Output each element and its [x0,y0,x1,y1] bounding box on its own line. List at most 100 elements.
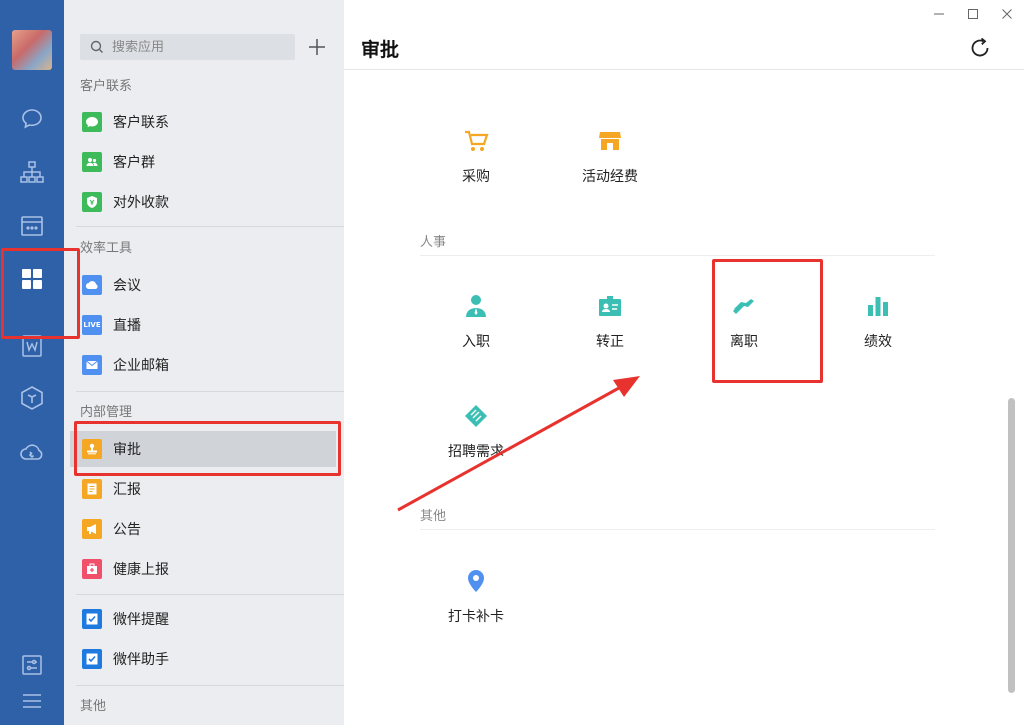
app-regularization[interactable]: 转正 [562,291,658,361]
app-performance[interactable]: 绩效 [830,291,926,361]
sidebar-item-label: 企业邮箱 [113,358,169,374]
check-box-icon [82,609,102,629]
sidebar-item-report[interactable]: 汇报 [70,471,336,507]
group-icon [82,152,102,172]
maximize-button[interactable] [956,0,990,28]
header-divider [344,69,1024,70]
sidebar-item-label: 客户群 [113,155,155,171]
maximize-icon [968,9,978,19]
app-purchase[interactable]: 采购 [428,126,524,196]
sidebar-item-label: 客户联系 [113,115,169,131]
app-label: 采购 [462,169,490,185]
app-label: 活动经费 [582,169,638,185]
diamond-icon [461,401,491,431]
sidebar-item-weiban-reminder[interactable]: 微伴提醒 [70,601,336,637]
window-controls [922,0,1024,28]
app-recruitment[interactable]: 招聘需求 [428,401,524,471]
sidebar-item-label: 直播 [113,318,141,334]
chat-bubble-icon [82,112,102,132]
category-divider [420,529,935,530]
cube-icon[interactable] [17,383,47,413]
wecom-window: 客户联系 客户联系 客户群 对外收款 效率工具 会议 LIVE 直播 企业邮箱 … [0,0,1024,725]
search-input[interactable] [112,39,292,55]
megaphone-icon [82,519,102,539]
sidebar-item-label: 微伴提醒 [113,612,169,628]
cart-icon [461,126,491,156]
close-icon [1002,9,1012,19]
app-label: 绩效 [864,334,892,350]
sidebar-item-label: 健康上报 [113,562,169,578]
stamp-icon [82,439,102,459]
divider [76,685,344,686]
sidebar-item-label: 汇报 [113,482,141,498]
sidebar-item-label: 审批 [113,442,141,458]
avatar[interactable] [12,30,52,70]
close-button[interactable] [990,0,1024,28]
badge-icon [595,291,625,321]
app-resignation[interactable]: 离职 [696,291,792,361]
live-icon: LIVE [82,315,102,335]
app-label: 打卡补卡 [448,609,504,625]
menu-icon[interactable] [17,686,47,716]
category-title-other: 其他 [420,509,447,524]
bar-chart-icon [863,291,893,321]
cloud-icon [82,275,102,295]
sidebar-item-meeting[interactable]: 会议 [70,267,336,303]
shop-icon [595,126,625,156]
minimize-button[interactable] [922,0,956,28]
nav-rail [0,0,64,725]
org-chart-icon[interactable] [17,157,47,187]
refresh-button[interactable] [968,36,992,60]
report-icon [82,479,102,499]
section-title-other: 其他 [80,699,107,714]
sidebar-item-email[interactable]: 企业邮箱 [70,347,336,383]
plus-icon [309,39,325,55]
app-onboarding[interactable]: 入职 [428,291,524,361]
section-title-customer: 客户联系 [80,79,133,94]
app-sidebar: 客户联系 客户联系 客户群 对外收款 效率工具 会议 LIVE 直播 企业邮箱 … [64,0,344,725]
chat-icon[interactable] [17,104,47,134]
app-label: 转正 [596,334,624,350]
sidebar-item-label: 微伴助手 [113,652,169,668]
sidebar-item-approval[interactable]: 审批 [70,431,336,467]
scrollbar[interactable] [1008,398,1015,693]
doc-icon[interactable] [17,331,47,361]
category-title-hr: 人事 [420,235,447,250]
location-pin-icon [461,566,491,596]
apps-grid-icon[interactable] [17,264,47,294]
divider [76,391,344,392]
app-activity-fund[interactable]: 活动经费 [562,126,658,196]
refresh-icon [971,37,989,57]
divider [76,226,344,227]
sidebar-item-label: 公告 [113,522,141,538]
app-label: 离职 [730,334,758,350]
approval-panel: 审批 采购 活动经费 人事 入职 转正 离职 绩效 招聘需求 其他 打卡补卡 [344,0,1024,725]
person-icon [461,291,491,321]
app-clock-in-fix[interactable]: 打卡补卡 [428,566,524,636]
medical-kit-icon [82,559,102,579]
sidebar-item-live[interactable]: LIVE 直播 [70,307,336,343]
section-title-internal: 内部管理 [80,405,133,420]
search-box[interactable] [80,34,295,60]
divider [76,594,344,595]
settings-sliders-icon[interactable] [17,650,47,680]
section-title-efficiency: 效率工具 [80,241,133,256]
search-icon [90,40,103,53]
sidebar-item-customer-group[interactable]: 客户群 [70,144,336,180]
sidebar-item-external-payment[interactable]: 对外收款 [70,184,336,220]
add-app-button[interactable] [304,34,330,60]
sidebar-item-announcement[interactable]: 公告 [70,511,336,547]
sidebar-item-weiban-assistant[interactable]: 微伴助手 [70,641,336,677]
calendar-icon[interactable] [17,211,47,241]
category-divider [420,255,935,256]
cloud-phone-icon[interactable] [17,437,47,467]
sidebar-item-customer-contact[interactable]: 客户联系 [70,104,336,140]
app-label: 招聘需求 [448,444,504,460]
minimize-icon [934,13,944,15]
mail-icon [82,355,102,375]
sidebar-item-health-report[interactable]: 健康上报 [70,551,336,587]
app-label: 入职 [462,334,490,350]
page-title: 审批 [361,39,400,61]
check-box-icon [82,649,102,669]
handshake-icon [729,291,759,321]
